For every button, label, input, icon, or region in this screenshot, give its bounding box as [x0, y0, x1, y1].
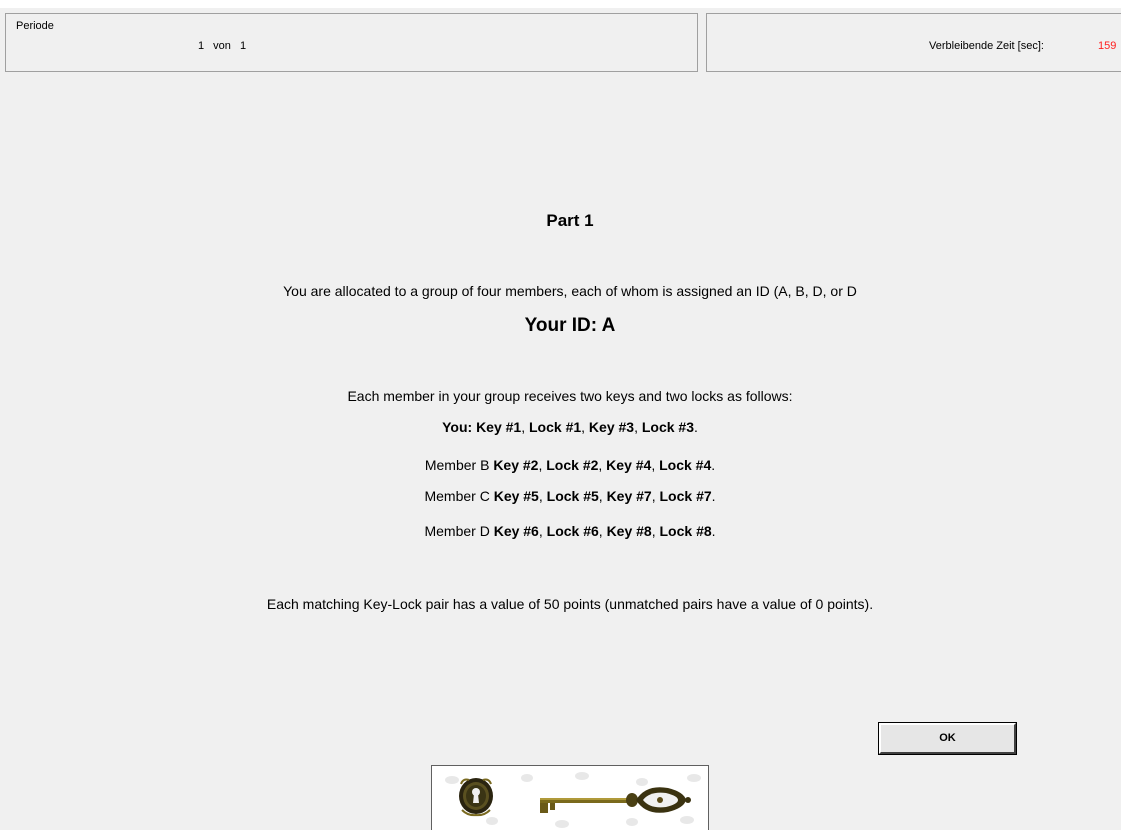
key-lock-image [431, 765, 709, 830]
period-panel: Periode [5, 13, 698, 72]
keys-intro-text: Each member in your group receives two k… [347, 388, 793, 404]
antique-key-icon [540, 787, 691, 813]
lock-label: Lock #6 [546, 523, 599, 539]
remaining-time-label: Verbleibende Zeit [sec]: [929, 40, 1044, 52]
terminator: . [711, 523, 716, 539]
member-row-you: You: Key #1, Lock #1, Key #3, Lock #3. [0, 419, 1121, 435]
key-label: Key #6 [493, 523, 539, 539]
member-prefix: Member D [424, 523, 494, 539]
your-id-text: Your ID: A [524, 315, 616, 336]
separator: , [651, 523, 660, 539]
separator: , [598, 523, 607, 539]
key-label: Key #7 [606, 488, 652, 504]
separator: , [651, 457, 660, 473]
member-row-b: Member B Key #2, Lock #2, Key #4, Lock #… [0, 457, 1121, 473]
key-label: Key #8 [606, 523, 652, 539]
lock-label: Lock #8 [659, 523, 712, 539]
member-prefix: You: [442, 419, 477, 435]
separator: , [651, 488, 660, 504]
member-prefix: Member C [424, 488, 494, 504]
page-title: Part 1 [546, 211, 594, 230]
key-label: Key #2 [493, 457, 539, 473]
member-prefix: Member B [424, 457, 494, 473]
separator: , [521, 419, 529, 435]
ok-button[interactable]: OK [878, 722, 1017, 755]
top-strip [0, 0, 1121, 8]
key-label: Key #4 [606, 457, 652, 473]
lock-label: Lock #3 [641, 419, 694, 435]
lock-label: Lock #5 [546, 488, 599, 504]
separator: , [581, 419, 589, 435]
member-row-d: Member D Key #6, Lock #6, Key #8, Lock #… [0, 523, 1121, 539]
member-row-c: Member C Key #5, Lock #5, Key #7, Lock #… [0, 488, 1121, 504]
key-label: Key #1 [476, 419, 522, 435]
separator: , [538, 488, 547, 504]
lock-label: Lock #2 [546, 457, 599, 473]
separator: , [598, 457, 607, 473]
group-intro-text: You are allocated to a group of four mem… [283, 283, 857, 299]
time-panel [706, 13, 1121, 72]
separator: , [598, 488, 607, 504]
key-label: Key #3 [588, 419, 635, 435]
terminator: . [694, 419, 698, 435]
terminator: . [711, 457, 716, 473]
lock-label: Lock #7 [659, 488, 712, 504]
separator: , [634, 419, 642, 435]
period-legend: Periode [15, 20, 56, 32]
terminator: . [711, 488, 716, 504]
keyhole-lock-icon [459, 778, 493, 817]
period-value: 1 von 1 [198, 40, 247, 52]
lock-label: Lock #1 [529, 419, 582, 435]
key-label: Key #5 [493, 488, 539, 504]
lock-label: Lock #4 [659, 457, 712, 473]
separator: , [538, 523, 547, 539]
key-lock-illustration [445, 772, 701, 828]
remaining-time-value: 159 [1098, 40, 1117, 52]
value-note-text: Each matching Key-Lock pair has a value … [266, 596, 874, 612]
